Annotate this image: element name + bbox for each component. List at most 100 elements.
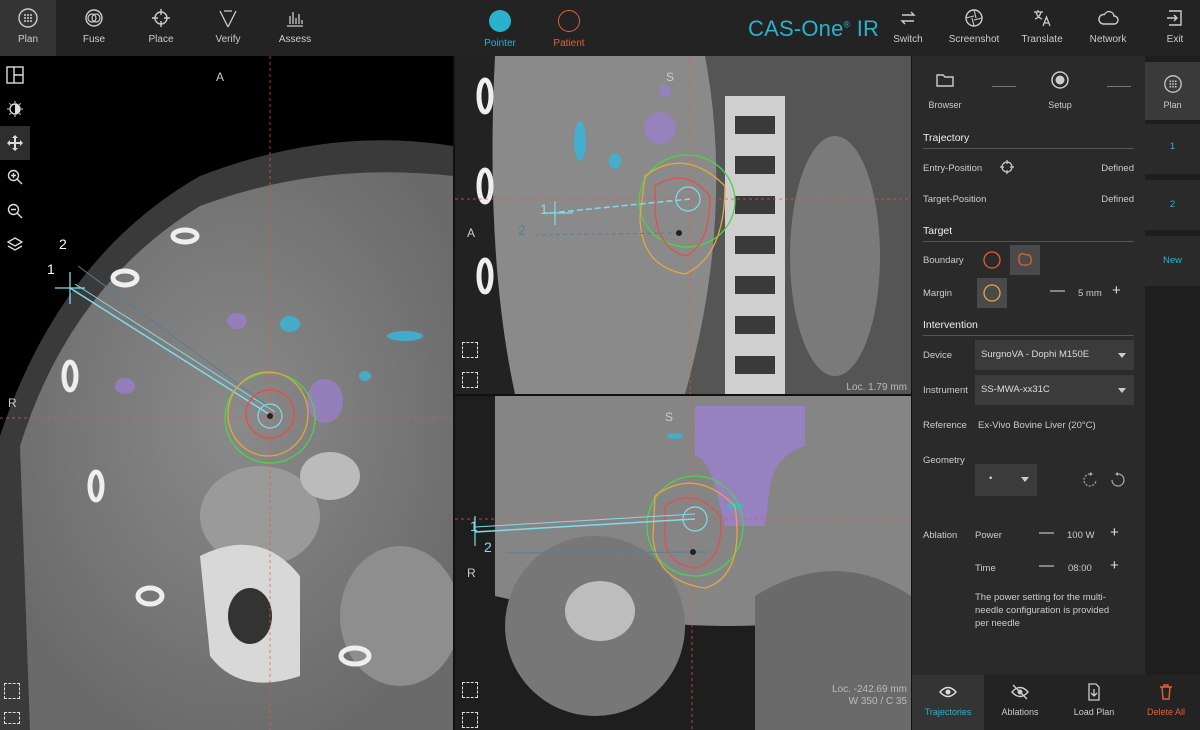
screenshot-label: Screenshot [948, 34, 1000, 45]
network-button[interactable]: Network [1080, 0, 1136, 56]
sagittal-ct-image [455, 396, 911, 730]
instrument-select[interactable]: SS-MWA-xx31C [975, 375, 1134, 405]
boundary-freeform-button[interactable] [1010, 245, 1040, 275]
sagittal-location-readout: Loc. -242.69 mm W 350 / C 35 [831, 684, 907, 707]
workflow-plan-step[interactable]: Plan [1145, 62, 1200, 120]
translate-icon [1034, 10, 1051, 27]
verify-tool-button[interactable]: Verify [200, 0, 256, 56]
delete-all-button[interactable]: Delete All [1130, 675, 1200, 730]
top-toolbar: Plan Fuse Place Verify Assess Pointer Pa… [0, 0, 1200, 56]
device-select[interactable]: SurgnoVA - Dophi M150E [975, 340, 1134, 370]
chevron-down-icon [1118, 353, 1126, 358]
time-label: Time [975, 563, 996, 574]
boundary-circle-button[interactable] [977, 245, 1007, 275]
coronal-viewport[interactable]: S A 1 2 Loc. 1.79 mm [455, 56, 911, 394]
geometry-label: Geometry [923, 455, 965, 466]
plan-tool-label: Plan [17, 34, 38, 45]
crosshair-icon[interactable] [999, 159, 1015, 175]
sagittal-needle-2-label: 2 [484, 539, 492, 555]
power-minus-button[interactable]: — [1039, 524, 1054, 541]
layout-tool[interactable] [0, 58, 30, 92]
zoom-out-tool[interactable] [0, 194, 30, 228]
margin-plus-button[interactable]: + [1112, 282, 1121, 299]
workflow-browser-step[interactable]: Browser [920, 64, 970, 110]
viewport-select-icon[interactable] [462, 342, 478, 358]
power-plus-button[interactable]: + [1110, 524, 1119, 541]
coronal-location-readout: Loc. 1.79 mm [846, 382, 907, 393]
geometry-select[interactable]: • [975, 464, 1037, 496]
pointer-dot-icon [489, 10, 511, 32]
fuse-icon [85, 9, 103, 27]
axial-needle-2-label: 2 [59, 236, 67, 252]
pointer-mode-label: Pointer [484, 38, 516, 49]
trajectories-toggle[interactable]: Trajectories [912, 675, 984, 730]
patient-mode-label: Patient [553, 38, 585, 49]
workflow-arrow-icon [1107, 86, 1131, 87]
rotate-left-icon[interactable] [1082, 472, 1098, 488]
viewport-select-icon[interactable] [4, 683, 20, 699]
coronal-needle-2-label: 2 [518, 222, 526, 238]
needle-2-tab[interactable]: 2 [1145, 180, 1200, 230]
planning-panel: Browser Setup Trajectory Entry-Position … [912, 56, 1145, 730]
exit-button[interactable]: Exit [1147, 0, 1200, 56]
margin-label: Margin [923, 288, 953, 299]
coronal-needle-1-label: 1 [540, 201, 548, 217]
new-needle-button[interactable]: New [1145, 236, 1200, 286]
fuse-tool-button[interactable]: Fuse [66, 0, 122, 56]
eye-off-icon [1011, 684, 1029, 700]
place-tool-button[interactable]: Place [133, 0, 189, 56]
chevron-down-icon [1021, 477, 1029, 482]
ablations-toggle[interactable]: Ablations [984, 675, 1056, 730]
time-plus-button[interactable]: + [1110, 557, 1119, 574]
viewport-select-icon[interactable] [462, 682, 478, 698]
axial-needle-1-label: 1 [47, 261, 55, 277]
patient-ring-icon [558, 10, 580, 32]
sagittal-needle-1-label: 1 [470, 518, 478, 534]
window-level-tool[interactable] [0, 92, 30, 126]
power-value: 100 W [1067, 530, 1095, 541]
bottom-actions: Trajectories Ablations Load Plan Delete … [912, 675, 1200, 730]
plan-icon [18, 8, 38, 28]
viewport-layout-icon[interactable] [462, 372, 478, 388]
load-plan-button[interactable]: Load Plan [1058, 675, 1130, 730]
layers-icon [6, 237, 24, 251]
axial-ct-image [0, 56, 453, 730]
assess-tool-button[interactable]: Assess [267, 0, 323, 56]
plan-tool-button[interactable]: Plan [0, 0, 56, 56]
needle-1-tab[interactable]: 1 [1145, 124, 1200, 174]
switch-button[interactable]: Switch [880, 0, 936, 56]
axial-orientation-top: A [216, 70, 225, 84]
entry-position-label: Entry-Position [923, 163, 983, 174]
intervention-section-title: Intervention [923, 319, 1134, 336]
time-minus-button[interactable]: — [1039, 557, 1054, 574]
screenshot-button[interactable]: Screenshot [946, 0, 1002, 56]
brightness-icon [7, 101, 23, 117]
margin-button[interactable] [977, 278, 1007, 308]
rotate-right-icon[interactable] [1110, 472, 1126, 488]
entry-position-value: Defined [1101, 163, 1134, 174]
sagittal-viewport[interactable]: S R 1 2 Loc. -242.69 mm W 350 / C 35 [455, 396, 911, 730]
translate-button[interactable]: Translate [1014, 0, 1070, 56]
pointer-mode-button[interactable]: Pointer [470, 10, 530, 49]
assess-icon [287, 12, 303, 27]
axial-viewport[interactable]: A R 1 2 [0, 56, 453, 730]
viewport-layout-icon[interactable] [462, 712, 478, 728]
fuse-tool-label: Fuse [82, 34, 106, 45]
translate-label: Translate [1021, 34, 1063, 45]
move-icon [7, 135, 23, 151]
margin-minus-button[interactable]: — [1050, 282, 1065, 299]
load-plan-icon [1088, 683, 1100, 701]
layers-tool[interactable] [0, 228, 30, 262]
workflow-setup-step[interactable]: Setup [1035, 64, 1085, 110]
switch-label: Switch [893, 34, 923, 45]
viewport-layout-icon[interactable] [4, 712, 20, 724]
reference-label: Reference [923, 420, 967, 431]
target-position-value: Defined [1101, 194, 1134, 205]
zoom-in-tool[interactable] [0, 160, 30, 194]
time-value: 08:00 [1068, 563, 1092, 574]
pan-tool[interactable] [0, 126, 30, 160]
patient-mode-button[interactable]: Patient [539, 10, 599, 49]
network-label: Network [1089, 34, 1127, 45]
instrument-label: Instrument [923, 385, 968, 396]
screenshot-icon [965, 9, 983, 27]
